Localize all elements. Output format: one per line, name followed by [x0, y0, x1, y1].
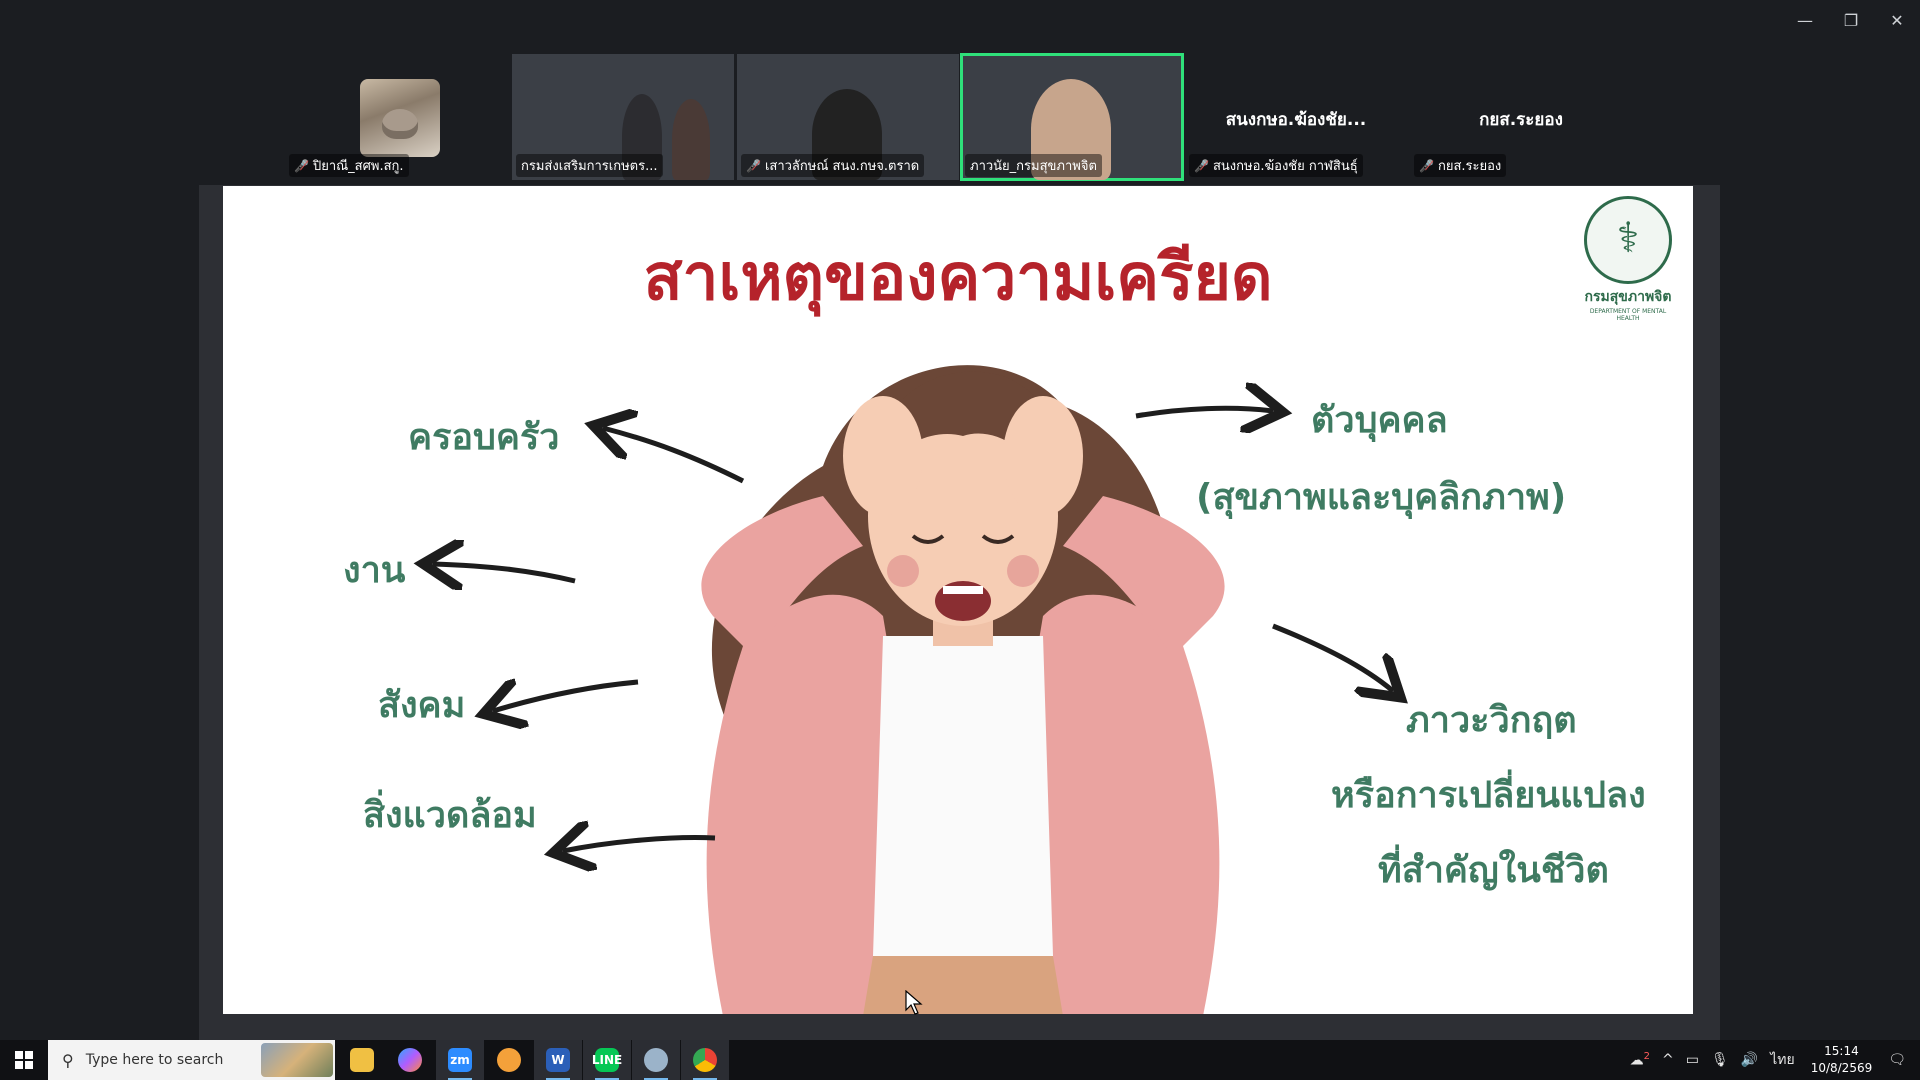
participant-name: กยส.ระยอง: [1437, 159, 1502, 174]
chrome-beta-app[interactable]: [485, 1040, 533, 1080]
input-language[interactable]: ไทย: [1770, 1049, 1794, 1071]
cause-label-individual: ตัวบุคคล: [1311, 400, 1448, 441]
participant-tile[interactable]: สนงกษอ.ฆ้องชัย... 🎤̸ สนงกษอ.ฆ้องชัย กาฬส…: [1185, 54, 1407, 180]
cause-label-crisis: ภาวะวิกฤต: [1406, 700, 1577, 741]
search-highlight-image: [261, 1043, 333, 1077]
mic-muted-icon: 🎤̸: [746, 158, 761, 173]
clock-time: 15:14: [1824, 1044, 1859, 1058]
windows-icon: [15, 1051, 33, 1069]
volume-icon[interactable]: 🔊: [1741, 1052, 1758, 1068]
participant-tile-active-speaker[interactable]: ภาวนัย_กรมสุขภาพจิต: [960, 53, 1184, 181]
participant-name: ภาวนัย_กรมสุขภาพจิต: [970, 159, 1097, 174]
folder-icon: [350, 1048, 374, 1072]
participant-avatar: [360, 79, 440, 157]
copilot-app[interactable]: [386, 1040, 434, 1080]
zoom-app[interactable]: zm: [436, 1040, 484, 1080]
participant-name-tag: 🎤̸ สนงกษอ.ฆ้องชัย กาฬสินธุ์: [1189, 154, 1363, 177]
taskbar-search-box[interactable]: ⚲ Type here to search: [48, 1040, 335, 1080]
microphone-icon[interactable]: 🎙: [1711, 1052, 1729, 1068]
close-button[interactable]: ✕: [1874, 0, 1920, 40]
paint-app[interactable]: [632, 1040, 680, 1080]
participant-tile[interactable]: กยส.ระยอง 🎤̸ กยส.ระยอง: [1410, 54, 1632, 180]
search-placeholder: Type here to search: [85, 1052, 224, 1068]
clock[interactable]: 15:14 10/8/2569: [1811, 1043, 1873, 1077]
participant-display-name: กยส.ระยอง: [1479, 110, 1563, 130]
cause-label-work: งาน: [343, 550, 406, 591]
participant-name-tag: กรมส่งเสริมการเกษตร...: [516, 154, 663, 177]
presentation-slide[interactable]: สาเหตุของความเครียด กรมสุขภาพจิต DEPARTM…: [223, 186, 1693, 1014]
chrome-icon: [693, 1048, 717, 1072]
chevron-up-icon[interactable]: ^: [1662, 1052, 1674, 1068]
mic-muted-icon: 🎤̸: [1194, 158, 1209, 173]
mouse-cursor-icon: [905, 990, 923, 1015]
participant-name-tag: ภาวนัย_กรมสุขภาพจิต: [965, 154, 1102, 177]
copilot-icon: [398, 1048, 422, 1072]
clock-date: 10/8/2569: [1810, 1061, 1873, 1075]
participant-name: เสาวลักษณ์ สนง.กษจ.ตราด: [764, 159, 920, 174]
cause-label-crisis-line2: หรือการเปลี่ยนแปลง: [1331, 775, 1646, 816]
file-explorer-app[interactable]: [338, 1040, 386, 1080]
zoom-icon: zm: [448, 1048, 472, 1072]
video-person: [672, 99, 710, 180]
paint-icon: [644, 1048, 668, 1072]
cause-label-environment: สิ่งแวดล้อม: [363, 795, 537, 836]
participant-tile[interactable]: กรมส่งเสริมการเกษตร...: [512, 54, 734, 180]
action-center-icon[interactable]: 🗨: [1888, 1052, 1906, 1068]
chrome-app[interactable]: [681, 1040, 729, 1080]
mic-muted-icon: 🎤̸: [294, 158, 309, 173]
network-icon[interactable]: ▭: [1686, 1052, 1699, 1068]
notification-count-badge: 2: [1643, 1051, 1651, 1063]
restore-button[interactable]: ❐: [1828, 0, 1874, 40]
line-app[interactable]: LINE: [583, 1040, 631, 1080]
weather-notification-icon[interactable]: ☁2: [1630, 1051, 1650, 1069]
participant-name: กรมส่งเสริมการเกษตร...: [521, 159, 658, 174]
word-app[interactable]: W: [534, 1040, 582, 1080]
cause-label-individual-detail: (สุขภาพและบุคลิกภาพ): [1196, 477, 1567, 518]
system-tray: ☁2 ^ ▭ 🎙 🔊 ไทย 15:14 10/8/2569 🗨: [1624, 1040, 1920, 1080]
participant-display-name: สนงกษอ.ฆ้องชัย...: [1225, 110, 1367, 130]
participant-name-tag: 🎤̸ ปิยาณี_สศพ.สกู.: [289, 154, 409, 177]
participant-name: ปิยาณี_สศพ.สกู.: [312, 159, 404, 174]
participant-name-tag: 🎤̸ เสาวลักษณ์ สนง.กษจ.ตราด: [741, 154, 925, 177]
participant-tile[interactable]: 🎤̸ เสาวลักษณ์ สนง.กษจ.ตราด: [737, 54, 959, 180]
taskbar: ⚲ Type here to search zm W LINE ☁2 ^ ▭ 🎙…: [0, 1040, 1920, 1080]
cause-label-crisis-line3: ที่สำคัญในชีวิต: [1378, 850, 1609, 891]
chrome-beta-icon: [497, 1048, 521, 1072]
participant-name-tag: 🎤̸ กยส.ระยอง: [1414, 154, 1507, 177]
participant-strip: 🎤̸ ปิยาณี_สศพ.สกู. กรมส่งเสริมการเกษตร..…: [285, 53, 1575, 182]
line-icon: LINE: [592, 1048, 622, 1072]
search-icon: ⚲: [62, 1050, 74, 1070]
minimize-button[interactable]: —: [1782, 0, 1828, 40]
participant-tile[interactable]: 🎤̸ ปิยาณี_สศพ.สกู.: [285, 54, 507, 180]
participant-name: สนงกษอ.ฆ้องชัย กาฬสินธุ์: [1212, 159, 1358, 174]
cause-label-family: ครอบครัว: [408, 417, 560, 458]
window-controls: — ❐ ✕: [1782, 0, 1920, 40]
mic-muted-icon: 🎤̸: [1419, 158, 1434, 173]
cause-label-society: สังคม: [378, 685, 466, 726]
word-icon: W: [546, 1048, 570, 1072]
start-button[interactable]: [0, 1040, 48, 1080]
